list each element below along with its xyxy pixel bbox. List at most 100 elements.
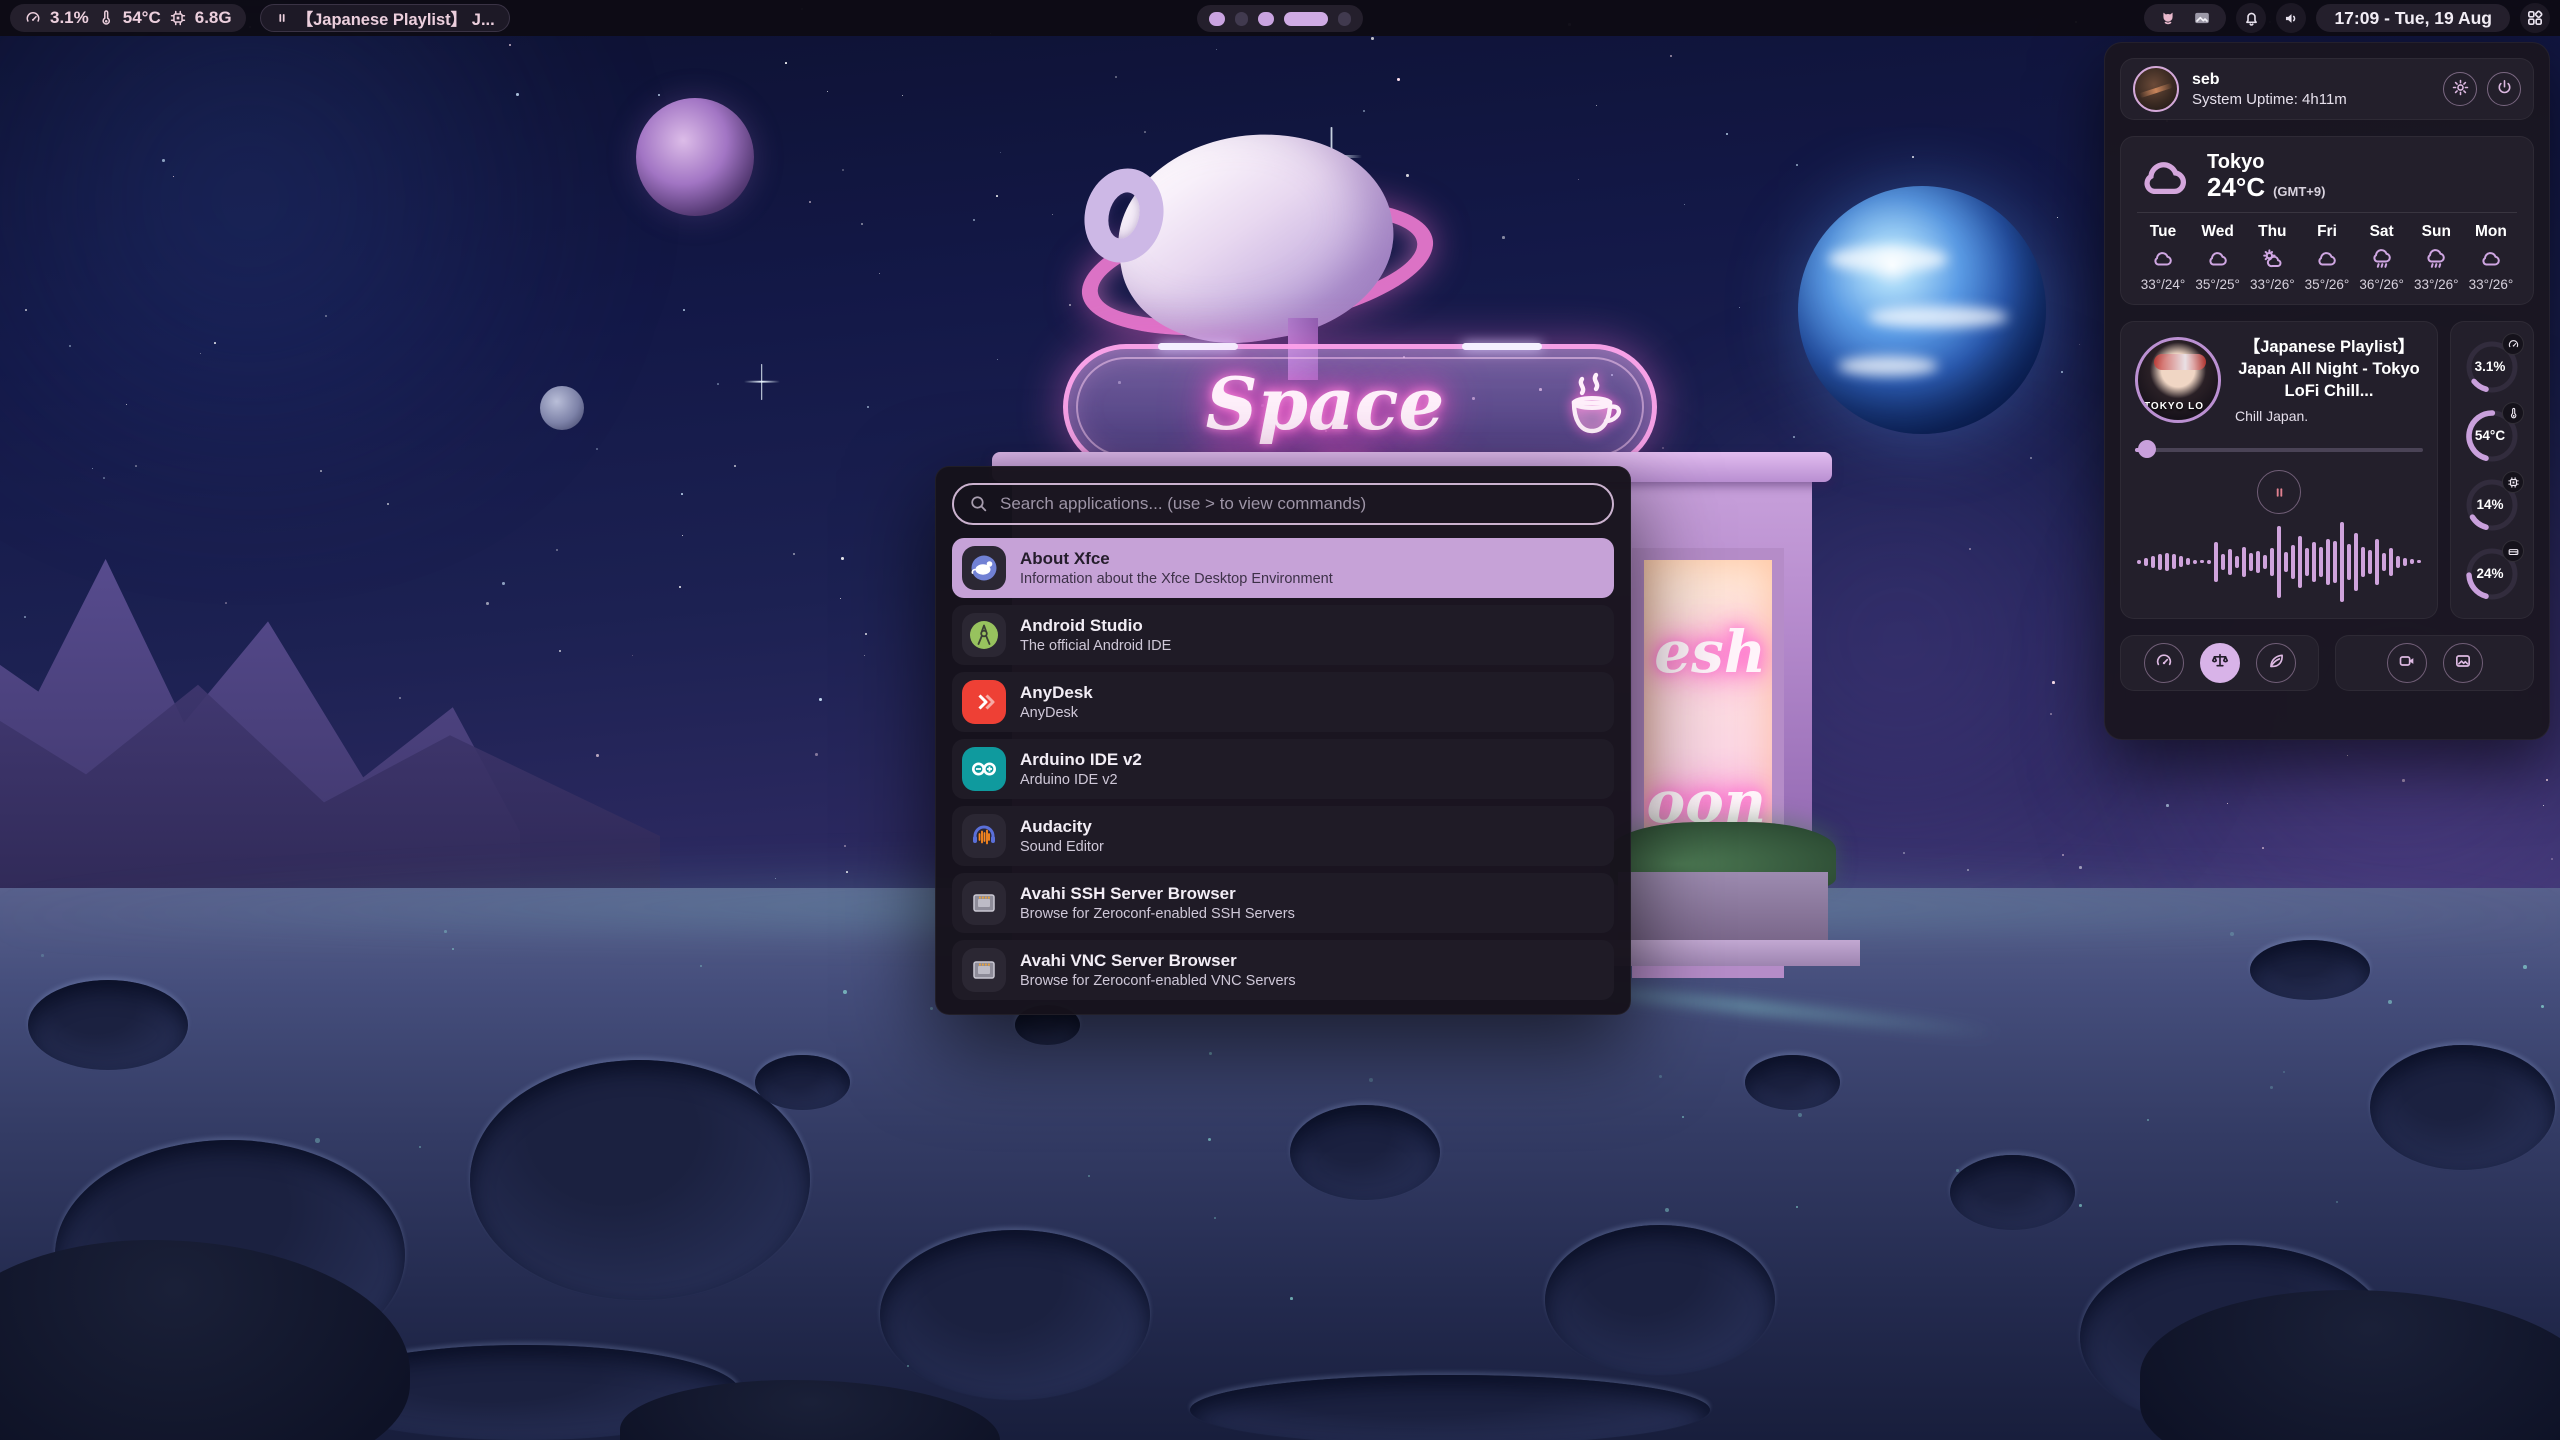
app-row-about-xfce[interactable]: About XfceInformation about the Xfce Des…	[952, 538, 1614, 598]
app-title: About Xfce	[1020, 548, 1333, 569]
memory-gauge: 14%	[2462, 473, 2522, 535]
app-row-audacity[interactable]: AudacitySound Editor	[952, 806, 1614, 866]
forecast-day-tue: Tue 33°/24°	[2137, 223, 2189, 292]
power-profile-balanced-button[interactable]	[2200, 643, 2240, 683]
memory-gauge-value: 14%	[2462, 497, 2518, 512]
search-input[interactable]	[952, 483, 1614, 525]
network-app-icon	[962, 881, 1006, 925]
forecast-day-label: Fri	[2317, 223, 2337, 241]
power-profile-performance-button[interactable]	[2144, 643, 2184, 683]
cpu-gauge-icon	[24, 9, 42, 27]
top-panel: 3.1% 54°C 6.8G 【Japanese Playlist】 J... …	[0, 0, 2560, 36]
rain-weather-icon	[2422, 247, 2450, 271]
power-button[interactable]	[2487, 72, 2521, 106]
screen-record-button[interactable]	[2387, 643, 2427, 683]
app-row-anydesk[interactable]: AnyDeskAnyDesk	[952, 672, 1614, 732]
cpu-temp: 54°C	[123, 8, 161, 28]
app-row-android-studio[interactable]: Android StudioThe official Android IDE	[952, 605, 1614, 665]
user-card: seb System Uptime: 4h11m	[2120, 58, 2534, 120]
disk-icon	[2502, 540, 2524, 562]
workspace-switcher[interactable]	[1197, 5, 1363, 32]
app-description: Arduino IDE v2	[1020, 771, 1142, 789]
weather-cloud-icon	[2137, 154, 2193, 198]
workspace-dot[interactable]	[1235, 12, 1248, 26]
temperature-gauge-value: 54°C	[2462, 428, 2518, 443]
forecast-temps: 36°/26°	[2359, 277, 2404, 292]
arduino-app-icon	[962, 747, 1006, 791]
app-description: Sound Editor	[1020, 838, 1104, 856]
app-row-arduino-ide-v2[interactable]: Arduino IDE v2Arduino IDE v2	[952, 739, 1614, 799]
forecast-temps: 33°/26°	[2469, 277, 2514, 292]
audacity-app-icon	[962, 814, 1006, 858]
notifications-button[interactable]	[2236, 3, 2266, 33]
memory-usage: 6.8G	[195, 8, 232, 28]
seek-slider[interactable]	[2135, 440, 2423, 458]
workspace-dot[interactable]	[1338, 12, 1351, 26]
cpu-gauge-value: 3.1%	[2462, 359, 2518, 374]
cloud-weather-icon	[2477, 247, 2505, 271]
widgets-panel: seb System Uptime: 4h11m Tokyo 24°C (GMT…	[2104, 42, 2550, 740]
forecast-day-sun: Sun33°/26°	[2410, 223, 2462, 292]
disk-gauge-value: 24%	[2462, 566, 2518, 581]
app-title: Avahi SSH Server Browser	[1020, 883, 1295, 904]
app-description: AnyDesk	[1020, 704, 1093, 722]
avatar[interactable]	[2133, 66, 2179, 112]
forecast-day-wed: Wed35°/25°	[2192, 223, 2244, 292]
forecast-day-label: Sat	[2370, 223, 2394, 241]
power-profile-powersave-button[interactable]	[2256, 643, 2296, 683]
chip-icon	[2502, 471, 2524, 493]
weather-card: Tokyo 24°C (GMT+9) Tue33°/24°Wed35°/25°T…	[2120, 136, 2534, 305]
play-pause-button[interactable]	[2257, 470, 2301, 514]
volume-button[interactable]	[2276, 3, 2306, 33]
app-title: Avahi VNC Server Browser	[1020, 950, 1296, 971]
cloud-weather-icon	[2149, 247, 2177, 271]
album-art[interactable]: TOKYO LO	[2135, 337, 2221, 423]
widgets-button[interactable]	[2520, 3, 2550, 33]
xfce-app-icon	[962, 546, 1006, 590]
pause-icon	[275, 10, 289, 26]
cpu-usage: 3.1%	[50, 8, 89, 28]
now-playing-task[interactable]: 【Japanese Playlist】 J...	[260, 4, 510, 32]
small-moon	[540, 386, 584, 430]
androidstudio-app-icon	[962, 613, 1006, 657]
app-title: AnyDesk	[1020, 682, 1093, 703]
settings-button[interactable]	[2443, 72, 2477, 106]
thermometer-icon	[2502, 402, 2524, 424]
memory-chip-icon	[169, 9, 187, 27]
forecast-day-label: Tue	[2150, 223, 2176, 241]
system-tray	[2144, 4, 2226, 32]
app-description: Browse for Zeroconf-enabled VNC Servers	[1020, 972, 1296, 990]
screenshot-button[interactable]	[2443, 643, 2483, 683]
speedometer-icon	[2502, 333, 2524, 355]
forecast-day-thu: Thu33°/26°	[2246, 223, 2298, 292]
network-app-icon	[962, 948, 1006, 992]
app-row-avahi-vnc-server-browser[interactable]: Avahi VNC Server BrowserBrowse for Zeroc…	[952, 940, 1614, 1000]
workspace-dot[interactable]	[1209, 12, 1225, 26]
app-row-avahi-ssh-server-browser[interactable]: Avahi SSH Server BrowserBrowse for Zeroc…	[952, 873, 1614, 933]
workspace-dot[interactable]	[1258, 12, 1274, 26]
cat-tray-icon[interactable]	[2158, 8, 2178, 28]
app-description: Browse for Zeroconf-enabled SSH Servers	[1020, 905, 1295, 923]
forecast-day-label: Thu	[2258, 223, 2286, 241]
forecast-temps: 35°/25°	[2195, 277, 2240, 292]
seek-thumb[interactable]	[2138, 440, 2156, 458]
desktop: { "topbar": { "stats": {"cpu": "3.1%", "…	[0, 0, 2560, 1440]
track-subtitle: Chill Japan.	[2235, 408, 2423, 424]
weather-timezone: (GMT+9)	[2273, 185, 2325, 199]
app-launcher: About XfceInformation about the Xfce Des…	[935, 466, 1631, 1015]
thermometer-icon	[97, 9, 115, 27]
system-gauges: 3.1% 54°C 14% 24%	[2450, 321, 2534, 619]
audio-visualizer	[2135, 520, 2423, 603]
neon-cup-icon	[1562, 363, 1626, 460]
user-name: seb	[2192, 71, 2347, 89]
gallery-tray-icon[interactable]	[2192, 8, 2212, 28]
forecast-day-label: Mon	[2475, 223, 2507, 241]
now-playing-label: 【Japanese Playlist】 J...	[297, 6, 495, 30]
capture-card	[2335, 635, 2534, 691]
system-stats-pill[interactable]: 3.1% 54°C 6.8G	[10, 4, 246, 32]
workspace-dot-active[interactable]	[1284, 12, 1328, 26]
forecast-temps: 33°/24°	[2141, 277, 2186, 292]
forecast-temps: 35°/26°	[2305, 277, 2350, 292]
app-description: Information about the Xfce Desktop Envir…	[1020, 570, 1333, 588]
clock[interactable]: 17:09 - Tue, 19 Aug	[2316, 4, 2510, 32]
